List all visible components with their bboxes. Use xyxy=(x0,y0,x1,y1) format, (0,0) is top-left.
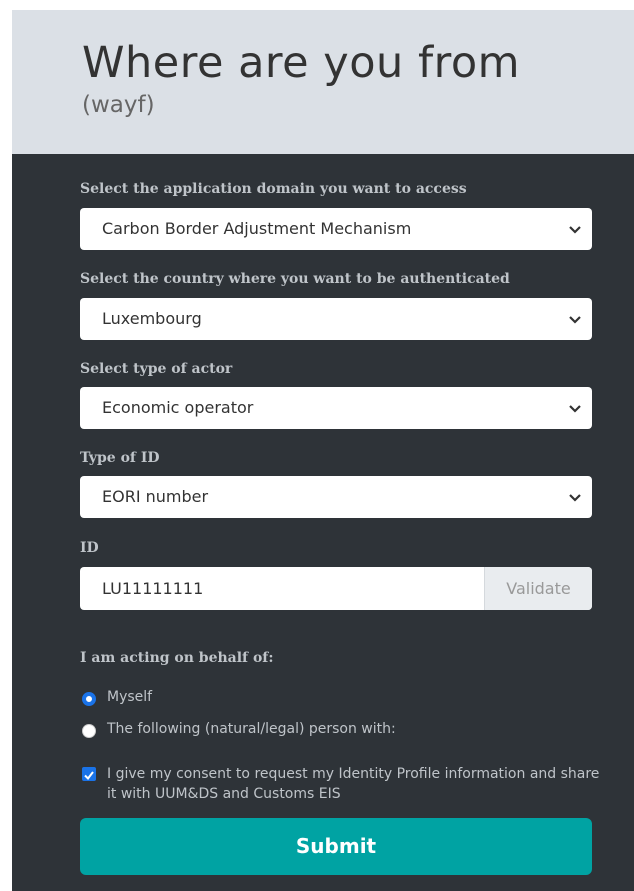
radio-other-person-label[interactable]: The following (natural/legal) person wit… xyxy=(107,721,396,737)
chevron-down-icon xyxy=(569,494,581,502)
validate-button[interactable]: Validate xyxy=(484,567,592,610)
consent-checkbox[interactable] xyxy=(82,767,96,781)
domain-label: Select the application domain you want t… xyxy=(80,181,467,197)
actor-select-value: Economic operator xyxy=(102,398,254,417)
chevron-down-icon xyxy=(569,226,581,234)
actor-label: Select type of actor xyxy=(80,361,233,377)
country-select[interactable]: Luxembourg xyxy=(80,298,592,340)
radio-other-person[interactable] xyxy=(82,724,96,738)
chevron-down-icon xyxy=(569,405,581,413)
id-input-group: Validate xyxy=(80,567,592,610)
domain-select[interactable]: Carbon Border Adjustment Mechanism xyxy=(80,208,592,250)
page-header: Where are you from (wayf) xyxy=(12,10,634,154)
chevron-down-icon xyxy=(569,316,581,324)
radio-myself[interactable] xyxy=(82,692,96,706)
idtype-label: Type of ID xyxy=(80,450,160,466)
submit-button[interactable]: Submit xyxy=(80,818,592,875)
wayf-panel: Where are you from (wayf) Select the app… xyxy=(12,10,634,891)
idtype-select[interactable]: EORI number xyxy=(80,476,592,518)
country-select-value: Luxembourg xyxy=(102,309,202,328)
consent-text: I give my consent to request my Identity… xyxy=(107,766,600,802)
idtype-select-value: EORI number xyxy=(102,487,209,506)
page-subtitle: (wayf) xyxy=(82,92,155,118)
id-input[interactable] xyxy=(80,567,484,610)
country-label: Select the country where you want to be … xyxy=(80,271,510,287)
behalf-label: I am acting on behalf of: xyxy=(80,650,274,666)
id-label: ID xyxy=(80,540,99,556)
check-icon xyxy=(84,771,94,781)
radio-myself-label[interactable]: Myself xyxy=(107,689,152,705)
domain-select-value: Carbon Border Adjustment Mechanism xyxy=(102,219,412,238)
page-title: Where are you from xyxy=(82,38,521,88)
actor-select[interactable]: Economic operator xyxy=(80,387,592,429)
